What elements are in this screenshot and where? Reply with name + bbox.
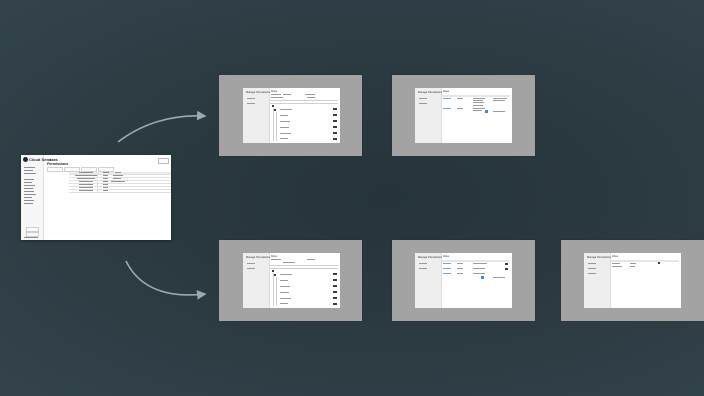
nav-item[interactable]: [24, 188, 33, 189]
toggle[interactable]: [333, 132, 337, 134]
nav-item[interactable]: [24, 170, 33, 171]
sidebar-link[interactable]: [419, 103, 427, 104]
flow-frame-bottom-2: Manage Permissions Roles: [392, 240, 535, 321]
toggle[interactable]: [333, 303, 337, 305]
app-screenshot: Cloud Services Admin Permissions: [21, 155, 171, 240]
expand-icon[interactable]: [274, 274, 276, 276]
frame-sidebar: Manage Permissions: [415, 253, 442, 308]
sidebar-link[interactable]: [247, 263, 255, 264]
expand-icon[interactable]: [272, 270, 274, 272]
page-title: Permissions: [47, 162, 69, 166]
flow-frame-bottom-1: Manage Permissions Roles: [219, 240, 362, 321]
toggle[interactable]: [333, 120, 337, 122]
sidebar-link[interactable]: [247, 103, 255, 104]
frame-sidebar: Manage Permissions: [243, 253, 270, 308]
toggle[interactable]: [333, 126, 337, 128]
nav-item[interactable]: [24, 167, 35, 168]
nav-item[interactable]: [24, 179, 34, 180]
toggle[interactable]: [333, 291, 337, 293]
frame-sidebar: Manage Permissions: [415, 88, 442, 143]
toggle[interactable]: [333, 114, 337, 116]
flow-frame-top-1: Manage Permissions Roles: [219, 75, 362, 156]
flow-frame-top-2: Manage Permissions Roles: [392, 75, 535, 156]
app-sidebar: Cloud Services: [21, 155, 58, 240]
checkbox[interactable]: [481, 276, 484, 279]
nav-item[interactable]: [24, 185, 35, 186]
frame-main-title: Roles: [271, 255, 278, 258]
frame-screenshot: Manage Permissions Roles: [415, 253, 512, 308]
flow-frame-bottom-3: Manage Permissions Roles: [561, 240, 704, 321]
frame-screenshot: Manage Permissions Roles: [415, 88, 512, 143]
frame-sidebar: Manage Permissions: [243, 88, 270, 143]
toggle[interactable]: [333, 285, 337, 287]
header-action-button[interactable]: [158, 158, 169, 164]
toggle[interactable]: [333, 138, 337, 140]
nav-item[interactable]: [24, 197, 32, 198]
frame-main-title: Roles: [443, 90, 450, 93]
tab[interactable]: [47, 167, 63, 172]
frame-main-title: Roles: [443, 255, 450, 258]
sidebar-link[interactable]: [419, 263, 427, 264]
toggle[interactable]: [333, 273, 337, 275]
sidebar-footer-text: [24, 237, 38, 238]
frame-sidebar: Manage Permissions: [584, 253, 611, 308]
row-action-button[interactable]: [505, 263, 508, 265]
table-row[interactable]: [69, 190, 171, 193]
frame-sidebar-title: Manage Permissions: [587, 256, 612, 259]
sidebar-link[interactable]: [419, 98, 427, 99]
nav-item[interactable]: [24, 194, 36, 195]
table-divider: [97, 172, 98, 193]
toggle[interactable]: [333, 297, 337, 299]
sidebar-link[interactable]: [588, 268, 596, 269]
expand-icon[interactable]: [272, 105, 274, 107]
arrow-to-top-row: [117, 110, 207, 143]
frame-screenshot: Manage Permissions Roles: [243, 253, 340, 308]
frame-sidebar-title: Manage Permissions: [418, 256, 443, 259]
sidebar-link[interactable]: [588, 273, 596, 274]
nav-item[interactable]: [24, 191, 34, 192]
sidebar-link[interactable]: [588, 263, 596, 264]
expand-icon[interactable]: [274, 109, 276, 111]
frame-main-title: Roles: [271, 90, 278, 93]
frame-screenshot: Manage Permissions Roles: [584, 253, 681, 308]
cloud-logo-icon: [23, 157, 28, 162]
sidebar-link[interactable]: [247, 98, 255, 99]
sidebar-link[interactable]: [247, 268, 255, 269]
row-action-button[interactable]: [505, 268, 508, 270]
toggle[interactable]: [333, 108, 337, 110]
frame-main-title: Roles: [612, 255, 619, 258]
nav-item[interactable]: [24, 200, 34, 201]
arrow-to-bottom-row: [125, 260, 207, 300]
frame-sidebar-title: Manage Permissions: [246, 256, 271, 259]
frame-sidebar-title: Manage Permissions: [246, 91, 271, 94]
checkbox[interactable]: [485, 110, 488, 113]
sidebar-link[interactable]: [419, 268, 427, 269]
toggle[interactable]: [333, 279, 337, 281]
row-action-button[interactable]: [658, 262, 660, 264]
frame-sidebar-title: Manage Permissions: [418, 91, 443, 94]
frame-screenshot: Manage Permissions Roles: [243, 88, 340, 143]
nav-item[interactable]: [24, 203, 33, 204]
nav-item[interactable]: [24, 182, 32, 183]
nav-item[interactable]: [24, 173, 36, 174]
